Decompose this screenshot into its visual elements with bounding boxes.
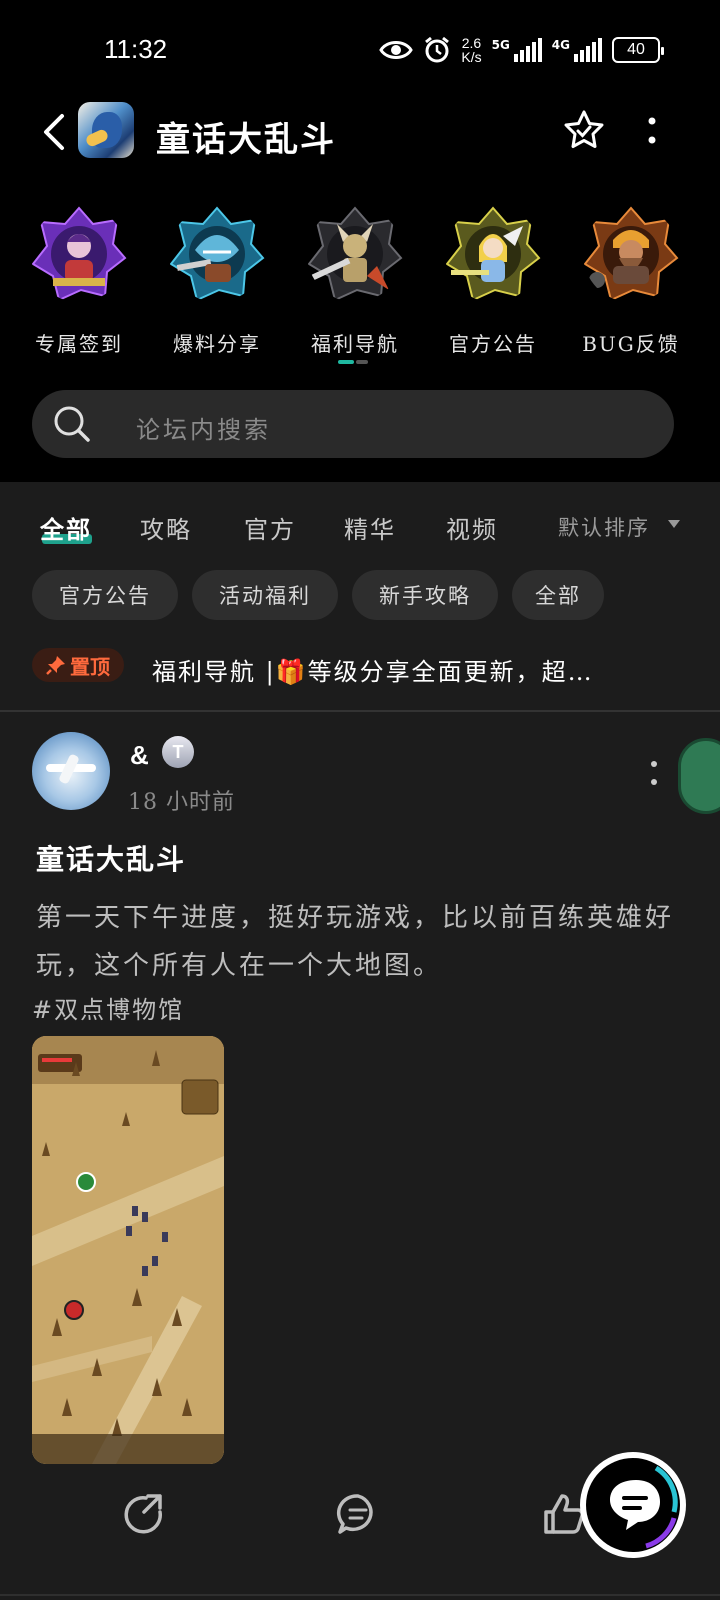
search-icon — [54, 406, 90, 442]
sim1-label: 5G — [491, 38, 510, 52]
sim1-signal-icon: 5G — [492, 38, 542, 62]
tab-official[interactable]: 官方 — [244, 510, 296, 545]
back-icon[interactable] — [36, 108, 76, 156]
category-label: 爆料分享 — [173, 332, 261, 356]
search-bar[interactable]: 论坛内搜索 — [32, 390, 674, 458]
post-body[interactable]: 第一天下午进度，挺好玩游戏，比以前百练英雄好玩，这个所有人在一个大地图。 — [36, 894, 676, 990]
tab-guides[interactable]: 攻略 — [140, 510, 192, 545]
chip-official-notice[interactable]: 官方公告 — [32, 570, 178, 620]
network-speed-unit: K/s — [461, 49, 482, 65]
tab-video[interactable]: 视频 — [446, 510, 498, 545]
status-icons: 2.6 K/s 5G 4G 40 — [379, 30, 664, 70]
page-title: 童话大乱斗 — [156, 120, 336, 160]
tab-all[interactable]: 全部 — [40, 510, 92, 545]
sim2-signal-icon: 4G — [552, 38, 602, 62]
category-official-notice[interactable]: 官方公告 — [438, 206, 548, 357]
purple-hero-emblem-icon — [31, 206, 127, 302]
category-page-indicator — [338, 360, 368, 364]
bottom-divider — [0, 1594, 720, 1596]
network-speed-value: 2.6 — [461, 35, 482, 51]
category-bug-report[interactable]: BUG反馈 — [576, 206, 686, 357]
divider — [0, 710, 720, 712]
category-welfare-nav[interactable]: 福利导航 — [300, 206, 410, 357]
post-screenshot-image[interactable] — [32, 1036, 224, 1464]
sort-dropdown[interactable]: 默认排序 — [558, 512, 650, 542]
chip-event-welfare[interactable]: 活动福利 — [192, 570, 338, 620]
post-time: 18 小时前 — [128, 790, 235, 815]
level-badge: T — [162, 736, 194, 768]
fab-inner — [586, 1458, 680, 1552]
chip-beginner-guide[interactable]: 新手攻略 — [352, 570, 498, 620]
battery-icon: 40 — [612, 37, 664, 63]
alarm-icon — [425, 36, 450, 63]
pinned-post-link[interactable]: 福利导航 |🎁等级分享全面更新，超… — [152, 652, 672, 687]
battery-level: 40 — [627, 41, 645, 58]
chat-bubble-icon — [610, 1465, 678, 1549]
avatar[interactable] — [32, 732, 110, 810]
follow-star-icon[interactable] — [562, 108, 606, 152]
category-label: 专属签到 — [35, 332, 123, 356]
post-topic-tag[interactable]: #双点博物馆 — [32, 990, 184, 1025]
floating-chat-button[interactable] — [580, 1452, 686, 1558]
username[interactable]: & — [130, 740, 149, 771]
tab-featured[interactable]: 精华 — [344, 510, 396, 545]
app-icon[interactable] — [78, 102, 134, 158]
share-icon[interactable] — [122, 1492, 166, 1536]
princess-hero-emblem-icon — [445, 206, 541, 302]
knight-hero-emblem-icon — [307, 206, 403, 302]
shark-hero-emblem-icon — [169, 206, 265, 302]
category-leaks[interactable]: 爆料分享 — [162, 206, 272, 357]
post-title[interactable]: 童话大乱斗 — [36, 838, 186, 878]
eye-icon — [379, 41, 414, 59]
status-time: 11:32 — [104, 34, 168, 64]
category-sign-in[interactable]: 专属签到 — [24, 206, 134, 357]
network-speed: 2.6 K/s — [461, 36, 481, 64]
category-label: 福利导航 — [311, 332, 399, 356]
dwarf-hero-emblem-icon — [583, 206, 679, 302]
post-more-icon[interactable] — [650, 760, 658, 786]
sim2-label: 4G — [551, 38, 570, 52]
more-options-icon[interactable] — [646, 116, 658, 146]
chevron-down-icon[interactable] — [668, 520, 680, 528]
chip-all[interactable]: 全部 — [512, 570, 604, 620]
search-placeholder: 论坛内搜索 — [136, 416, 271, 444]
category-label: BUG反馈 — [582, 332, 680, 356]
comment-icon[interactable] — [336, 1492, 380, 1536]
pinned-badge: 置顶 — [32, 648, 124, 682]
pin-icon — [46, 656, 65, 675]
category-label: 官方公告 — [449, 332, 537, 356]
pinned-badge-label: 置顶 — [70, 654, 110, 679]
floating-chat-bubble-icon[interactable] — [678, 738, 720, 814]
